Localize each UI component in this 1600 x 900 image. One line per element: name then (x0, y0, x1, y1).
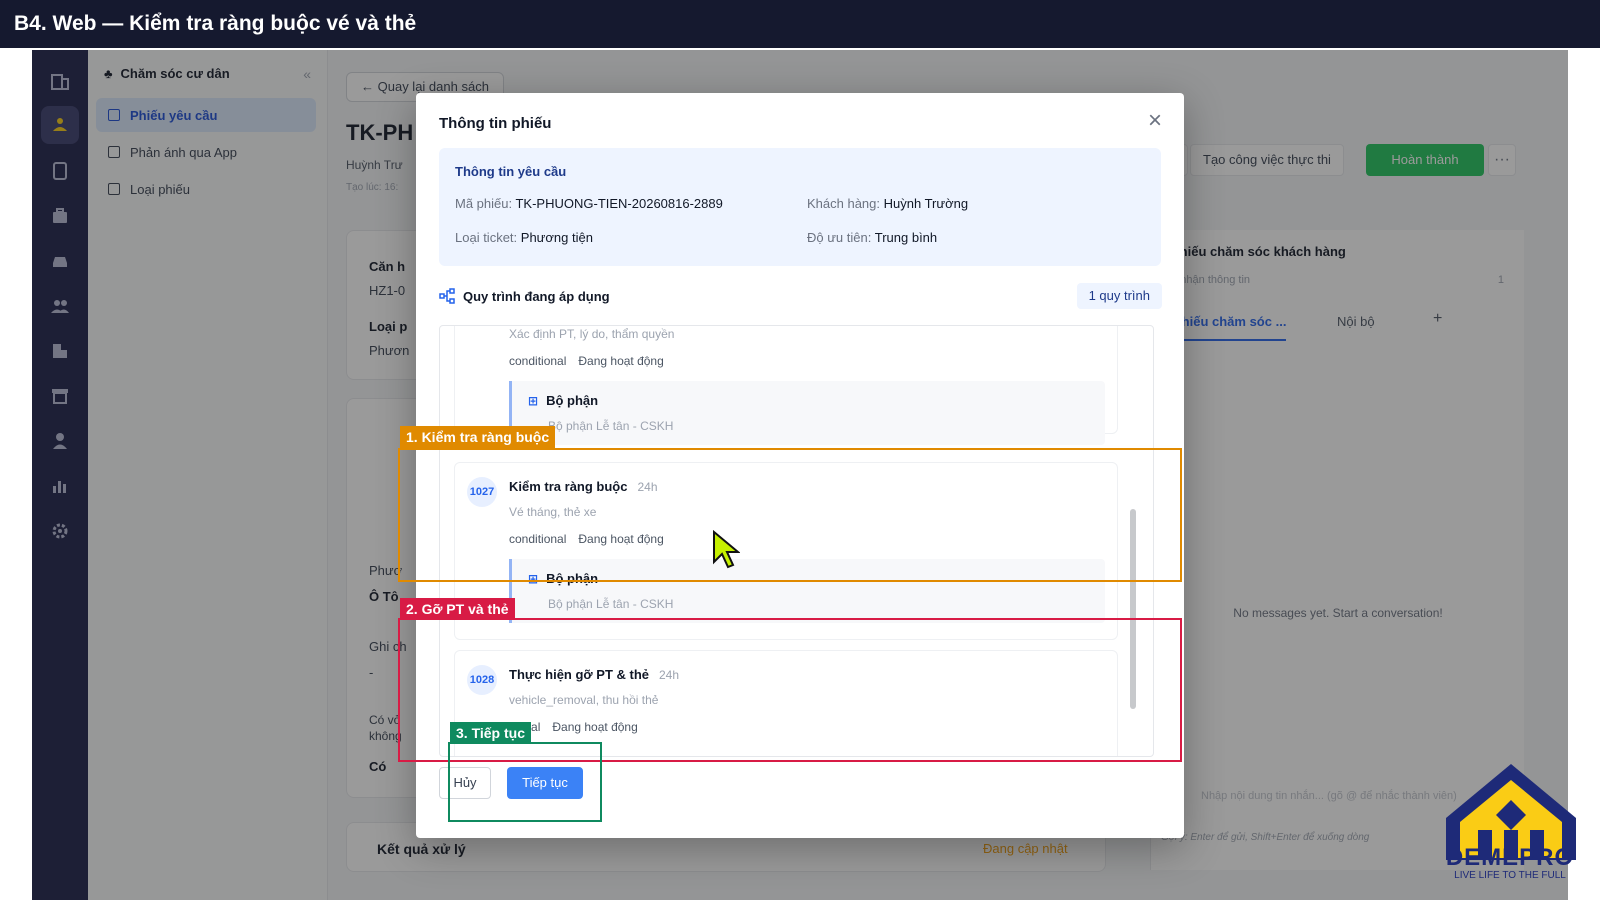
workflow-step[interactable]: 1028 Thực hiện gỡ PT & thẻ 24h vehicle_re… (454, 650, 1118, 756)
cancel-button[interactable]: Hủy (439, 767, 491, 799)
department-label: Bộ phận (546, 393, 599, 408)
step-meta: conditional Đang hoạt động (509, 354, 664, 368)
info-key: Mã phiếu: (455, 196, 513, 211)
department-title: ⊞ Bộ phận (528, 571, 598, 586)
department-value: Bộ phận Lễ tân - CSKH (548, 597, 674, 611)
step-description: Xác định PT, lý do, thẩm quyền (509, 327, 675, 341)
ticket-type: Loại ticket: Phương tiện (455, 230, 593, 245)
ticket-info-modal: Thông tin phiếu × Thông tin yêu cầu Mã p… (416, 93, 1184, 838)
info-key: Khách hàng: (807, 196, 881, 211)
step-title: Kiểm tra ràng buộc 24h (509, 479, 658, 494)
priority: Độ ưu tiên: Trung bình (807, 230, 937, 245)
workflow-step: Xác định PT, lý do, thẩm quyền condition… (454, 326, 1118, 445)
scrollbar-thumb[interactable] (1130, 509, 1136, 709)
step-title-text: Thực hiện gỡ PT & thẻ (509, 667, 649, 682)
workflow-icon (439, 288, 455, 304)
tutorial-banner: B4. Web — Kiểm tra ràng buộc vé và thẻ (0, 0, 1600, 48)
info-key: Loại ticket: (455, 230, 518, 245)
info-value: Phương tiện (520, 230, 593, 245)
request-info: Thông tin yêu cầu Mã phiếu: TK-PHUONG-TI… (439, 148, 1161, 266)
close-icon[interactable]: × (1148, 107, 1162, 135)
logo-name: DEMEPRO (1445, 844, 1575, 871)
annotation-label-continue: 3. Tiếp tục (450, 722, 531, 744)
info-title: Thông tin yêu cầu (455, 164, 567, 179)
info-key: Độ ưu tiên: (807, 230, 872, 245)
step-title-text: Kiểm tra ràng buộc (509, 479, 628, 494)
info-value: Huỳnh Trường (883, 196, 969, 211)
customer: Khách hàng: Huỳnh Trường (807, 196, 968, 211)
annotation-label-remove: 2. Gỡ PT và thẻ (400, 598, 515, 620)
info-value: Trung bình (874, 230, 938, 245)
step-description: vehicle_removal, thu hồi thẻ (509, 693, 659, 707)
step-duration: 24h (659, 668, 680, 682)
mouse-cursor-icon (713, 530, 740, 569)
step-meta: conditional Đang hoạt động (509, 532, 664, 546)
step-number: 1027 (467, 477, 497, 507)
info-value: TK-PHUONG-TIEN-20260816-2889 (515, 196, 723, 211)
annotation-label-check: 1. Kiểm tra ràng buộc (400, 426, 556, 448)
step-status: Đang hoạt động (578, 354, 664, 368)
step-type: conditional (509, 532, 567, 546)
department-label: Bộ phận (546, 571, 599, 586)
step-type: conditional (509, 354, 567, 368)
workflow-steps-list[interactable]: Xác định PT, lý do, thẩm quyền condition… (439, 325, 1154, 757)
org-chart-icon: ⊞ (528, 393, 539, 408)
department-title: ⊞ Bộ phận (528, 393, 598, 408)
workflow-count-badge: 1 quy trình (1076, 283, 1162, 309)
logo-tagline: LIVE LIFE TO THE FULL (1454, 870, 1566, 881)
workflow-header: Quy trình đang áp dụng (439, 288, 610, 304)
step-duration: 24h (637, 480, 658, 494)
step-number: 1028 (467, 665, 497, 695)
modal-title: Thông tin phiếu (439, 115, 552, 132)
step-status: Đang hoạt động (552, 720, 638, 734)
org-chart-icon: ⊞ (528, 571, 539, 586)
department-block: ⊞ Bộ phận Bộ phận Lễ tân - CSKH (509, 381, 1105, 445)
step-status: Đang hoạt động (578, 532, 664, 546)
workflow-title: Quy trình đang áp dụng (463, 288, 610, 304)
department-value: Bộ phận Lễ tân - CSKH (548, 419, 674, 433)
continue-button[interactable]: Tiếp tục (507, 767, 583, 799)
department-block: ⊞ Bộ phận Bộ phận Lễ tân - CSKH (509, 559, 1105, 623)
ticket-code: Mã phiếu: TK-PHUONG-TIEN-20260816-2889 (455, 196, 723, 211)
step-title: Thực hiện gỡ PT & thẻ 24h (509, 667, 679, 682)
workflow-step[interactable]: 1027 Kiểm tra ràng buộc 24h Vé tháng, thẻ… (454, 462, 1118, 640)
step-description: Vé tháng, thẻ xe (509, 505, 597, 519)
